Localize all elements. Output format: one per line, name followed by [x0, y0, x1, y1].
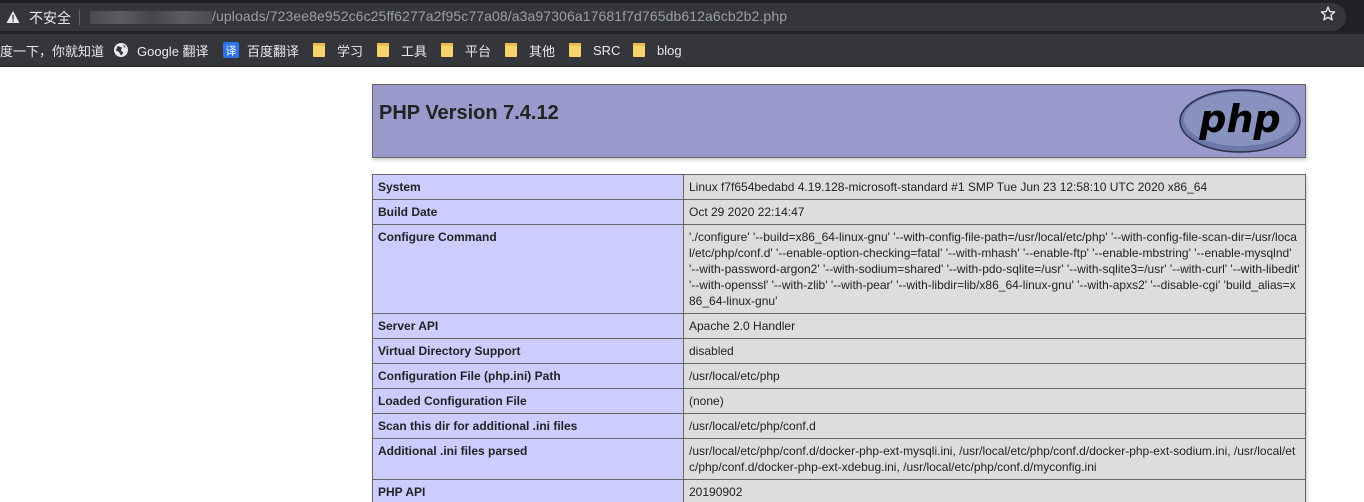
- table-row: Virtual Directory Support disabled: [372, 338, 1306, 364]
- bookmark-folder-blog[interactable]: blog: [633, 34, 682, 66]
- folder-icon: [633, 43, 645, 57]
- row-value: Linux f7f654bedabd 4.19.128-microsoft-st…: [683, 174, 1306, 200]
- bookmark-label: 其他: [529, 43, 556, 59]
- php-logo-text: php: [1198, 97, 1280, 141]
- row-key: Configure Command: [372, 224, 684, 314]
- bookmark-google-translate[interactable]: Google 翻译: [113, 34, 209, 66]
- row-value: /usr/local/etc/php: [683, 363, 1306, 389]
- row-value: Oct 29 2020 22:14:47: [683, 199, 1306, 225]
- bookmark-label: 工具: [401, 43, 428, 59]
- address-bar: 不安全 /uploads/723ee8e952c6c25ff6277a2f95c…: [0, 0, 1364, 34]
- bookmark-star-icon[interactable]: [1320, 6, 1336, 22]
- bookmark-baidu[interactable]: 度一下，你就知道: [0, 34, 104, 66]
- row-key: Loaded Configuration File: [372, 388, 684, 414]
- row-key: Scan this dir for additional .ini files: [372, 413, 684, 439]
- page-title: PHP Version 7.4.12: [379, 102, 559, 124]
- row-value: 20190902: [683, 479, 1306, 502]
- folder-icon: [441, 43, 453, 57]
- php-version-header: PHP Version 7.4.12 php: [372, 84, 1306, 158]
- folder-icon: [505, 43, 517, 57]
- row-key: Virtual Directory Support: [372, 338, 684, 364]
- omnibox[interactable]: 不安全 /uploads/723ee8e952c6c25ff6277a2f95c…: [0, 3, 1346, 31]
- bookmark-label: 百度翻译: [247, 43, 300, 59]
- row-value: './configure' '--build=x86_64-linux-gnu'…: [683, 224, 1306, 314]
- security-label[interactable]: 不安全: [29, 8, 71, 28]
- table-row: Server API Apache 2.0 Handler: [372, 313, 1306, 339]
- bookmark-label: 度一下，你就知道: [0, 43, 105, 59]
- address-divider: [79, 9, 80, 25]
- bookmark-folder-tools[interactable]: 工具: [377, 34, 427, 66]
- warning-icon[interactable]: [6, 10, 20, 24]
- bookmark-folder-src[interactable]: SRC: [569, 34, 620, 66]
- row-value: /usr/local/etc/php/conf.d: [683, 413, 1306, 439]
- table-row: Scan this dir for additional .ini files …: [372, 413, 1306, 439]
- svg-text:译: 译: [226, 45, 237, 58]
- php-logo[interactable]: php: [1178, 88, 1302, 154]
- table-row: Build Date Oct 29 2020 22:14:47: [372, 199, 1306, 225]
- bookmark-folder-study[interactable]: 学习: [313, 34, 363, 66]
- php-info-table: System Linux f7f654bedabd 4.19.128-micro…: [372, 174, 1306, 502]
- bookmarks-bar: 度一下，你就知道 Google 翻译 译 百度翻译 学习 工具 平台 其他 SR…: [0, 34, 1364, 67]
- bookmark-label: 学习: [337, 43, 364, 59]
- row-value: /usr/local/etc/php/conf.d/docker-php-ext…: [683, 438, 1306, 480]
- bookmark-label: blog: [657, 42, 682, 58]
- redacted-host: [90, 11, 212, 24]
- page-content: PHP Version 7.4.12 php System Linux f7f6…: [0, 68, 1364, 502]
- bookmark-folder-other[interactable]: 其他: [505, 34, 555, 66]
- table-row: Additional .ini files parsed /usr/local/…: [372, 438, 1306, 480]
- row-value: Apache 2.0 Handler: [683, 313, 1306, 339]
- row-value: (none): [683, 388, 1306, 414]
- row-key: Server API: [372, 313, 684, 339]
- bookmark-baidu-translate[interactable]: 译 百度翻译: [223, 34, 299, 66]
- bookmark-folder-platform[interactable]: 平台: [441, 34, 491, 66]
- row-key: Build Date: [372, 199, 684, 225]
- bookmark-label: Google 翻译: [137, 43, 209, 59]
- bookmark-label: 平台: [465, 43, 492, 59]
- table-row: Configure Command './configure' '--build…: [372, 224, 1306, 314]
- folder-icon: [313, 43, 325, 57]
- table-row: System Linux f7f654bedabd 4.19.128-micro…: [372, 174, 1306, 200]
- row-key: Additional .ini files parsed: [372, 438, 684, 480]
- row-key: System: [372, 174, 684, 200]
- table-row: Configuration File (php.ini) Path /usr/l…: [372, 363, 1306, 389]
- url-text[interactable]: /uploads/723ee8e952c6c25ff6277a2f95c77a0…: [212, 8, 787, 24]
- row-key: Configuration File (php.ini) Path: [372, 363, 684, 389]
- row-value: disabled: [683, 338, 1306, 364]
- row-key: PHP API: [372, 479, 684, 502]
- folder-icon: [569, 43, 581, 57]
- folder-icon: [377, 43, 389, 57]
- bookmark-label: SRC: [593, 42, 621, 58]
- translate-icon: 译: [223, 42, 239, 58]
- globe-icon: [114, 43, 128, 57]
- table-row: Loaded Configuration File (none): [372, 388, 1306, 414]
- table-row: PHP API 20190902: [372, 479, 1306, 502]
